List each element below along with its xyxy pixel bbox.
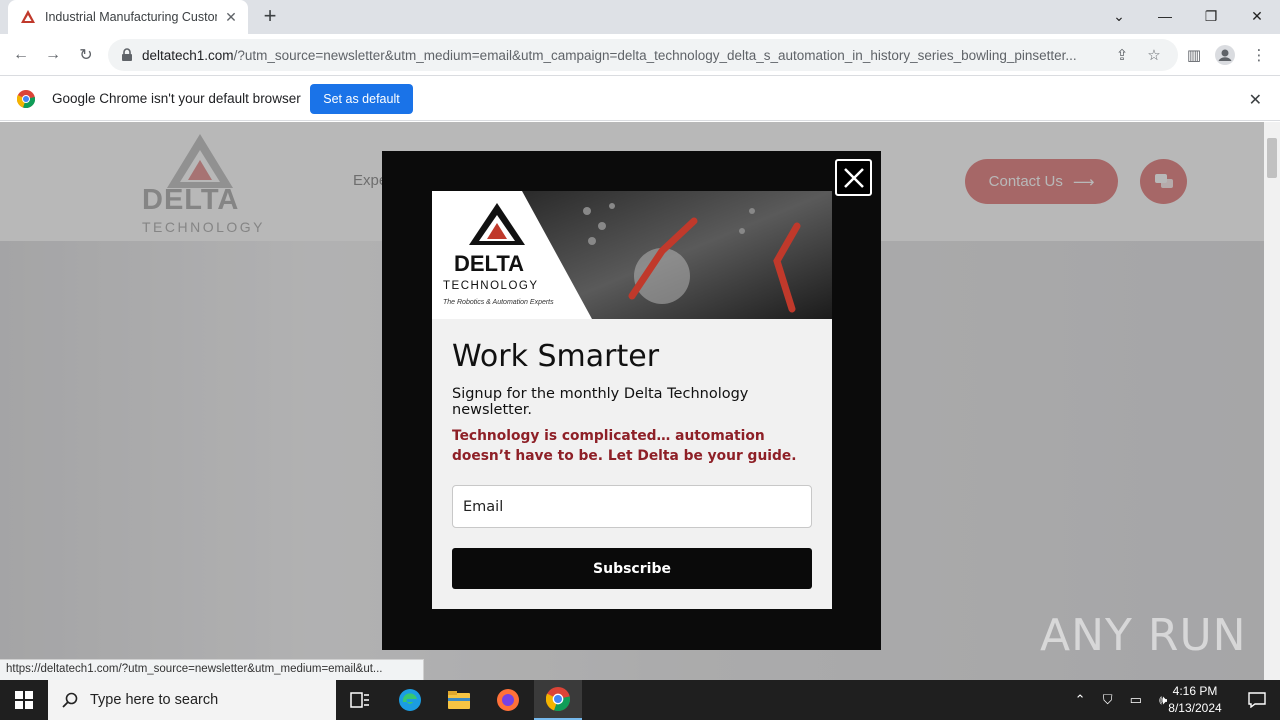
tab-search-icon[interactable]: ⌄ (1096, 2, 1142, 30)
newsletter-card: DELTA TECHNOLOGY The Robotics & Automati… (432, 191, 832, 609)
task-view-icon[interactable] (336, 680, 384, 720)
browser-tab[interactable]: Industrial Manufacturing Custom ✕ (8, 0, 248, 34)
banner-tagline: The Robotics & Automation Experts (443, 299, 554, 306)
restore-button[interactable]: ❐ (1188, 2, 1234, 30)
back-icon[interactable]: ← (8, 42, 34, 68)
browser-toolbar: ← → ↻ deltatech1.com/?utm_source=newslet… (0, 34, 1280, 76)
clock-time: 4:16 PM (1172, 684, 1218, 698)
chrome-logo-icon (17, 90, 35, 108)
modal-subtitle: Signup for the monthly Delta Technology … (452, 386, 749, 418)
network-icon[interactable]: ▭ (1130, 692, 1142, 708)
side-panel-icon[interactable]: ▥ (1183, 44, 1205, 66)
default-browser-infobar: Google Chrome isn't your default browser… (0, 77, 1280, 121)
tab-close-icon[interactable]: ✕ (222, 8, 240, 26)
chrome-taskbar-icon[interactable] (534, 680, 582, 720)
notification-icon[interactable] (1234, 680, 1280, 720)
tab-title: Industrial Manufacturing Custom (45, 10, 217, 24)
windows-taskbar: Type here to search ⌃ ⛉ ▭ 🕪 4:16 PM 8/13… (0, 680, 1280, 720)
edge-icon[interactable] (386, 680, 434, 720)
search-icon (62, 692, 78, 708)
start-button[interactable] (0, 680, 48, 720)
banner-logo-icon (469, 203, 525, 245)
clock-date: 8/13/2024 (1168, 701, 1222, 715)
search-placeholder: Type here to search (90, 692, 219, 708)
minimize-button[interactable]: — (1142, 2, 1188, 30)
url-text: deltatech1.com/?utm_source=newsletter&ut… (142, 47, 1077, 63)
close-icon (843, 167, 864, 188)
taskbar-clock[interactable]: 4:16 PM 8/13/2024 (1160, 683, 1230, 717)
menu-kebab-icon[interactable]: ⋮ (1248, 44, 1270, 66)
lock-icon (122, 48, 132, 61)
scrollbar-thumb[interactable] (1267, 138, 1277, 178)
close-window-button[interactable]: ✕ (1234, 2, 1280, 30)
modal-banner: DELTA TECHNOLOGY The Robotics & Automati… (432, 191, 832, 319)
infobar-message: Google Chrome isn't your default browser (52, 91, 301, 106)
tab-strip: Industrial Manufacturing Custom ✕ + ⌄ — … (0, 0, 1280, 34)
chevron-up-icon[interactable]: ⌃ (1075, 692, 1086, 708)
delta-favicon-icon (21, 10, 35, 23)
email-field[interactable] (452, 485, 812, 528)
share-icon[interactable]: ⇪ (1111, 44, 1133, 66)
banner-logo-name: DELTA (454, 251, 525, 276)
banner-logo-sub: TECHNOLOGY (443, 280, 539, 292)
bookmark-star-icon[interactable]: ☆ (1143, 44, 1165, 66)
subscribe-button[interactable]: Subscribe (452, 548, 812, 589)
status-bar-url: https://deltatech1.com/?utm_source=newsl… (0, 659, 424, 680)
anyrun-watermark: ANY RUN (1040, 610, 1247, 661)
forward-icon[interactable]: → (40, 42, 66, 68)
defender-icon[interactable]: ⛉ (1103, 692, 1113, 708)
modal-highlight: Technology is complicated… automation do… (452, 428, 797, 464)
modal-title: Work Smarter (452, 339, 660, 374)
file-explorer-icon[interactable] (435, 680, 483, 720)
modal-close-button[interactable] (835, 159, 872, 196)
profile-avatar-icon[interactable] (1214, 44, 1236, 66)
address-bar[interactable]: deltatech1.com/?utm_source=newsletter&ut… (108, 39, 1178, 71)
set-default-button[interactable]: Set as default (310, 84, 413, 114)
new-tab-button[interactable]: + (258, 5, 282, 29)
windows-logo-icon (15, 691, 33, 709)
infobar-close-icon[interactable]: ✕ (1249, 90, 1262, 110)
page-scrollbar[interactable] (1264, 122, 1280, 680)
reload-icon[interactable]: ↻ (73, 42, 99, 68)
taskbar-search[interactable]: Type here to search (48, 680, 336, 720)
firefox-icon[interactable] (484, 680, 532, 720)
